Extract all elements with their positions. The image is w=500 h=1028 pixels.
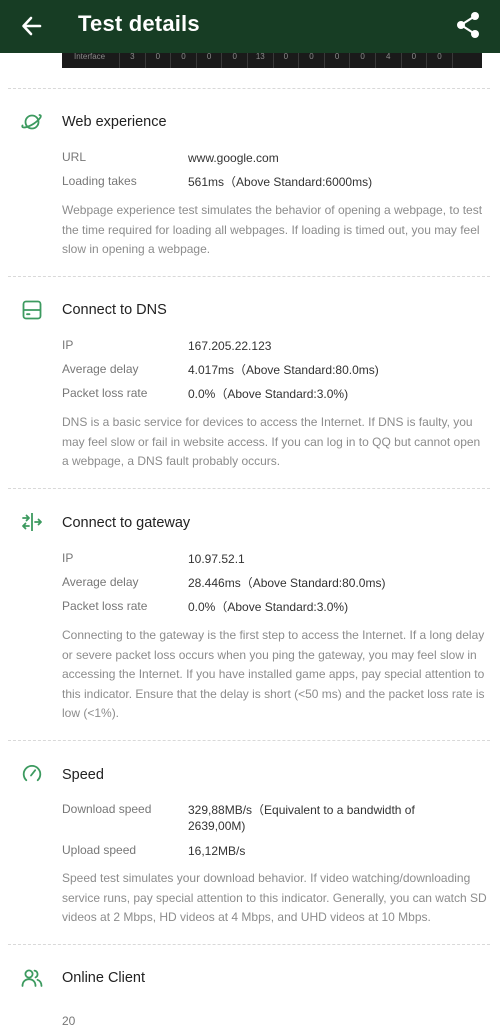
url-label: URL bbox=[62, 150, 87, 164]
page-title: Test details bbox=[78, 11, 200, 36]
gateway-arrows-icon bbox=[22, 513, 42, 531]
share-icon[interactable] bbox=[454, 10, 482, 40]
gateway-description: Connecting to the gateway is the first s… bbox=[62, 628, 485, 720]
download-speed-value: 329,88MB/s（Equivalent to a bandwidth of … bbox=[188, 803, 415, 833]
loading-value: 561ms（Above Standard:6000ms) bbox=[188, 175, 373, 189]
upload-speed-label: Upload speed bbox=[62, 843, 137, 857]
dns-loss-value: 0.0%（Above Standard:3.0%) bbox=[188, 387, 349, 401]
online-client-count: 20 bbox=[62, 1014, 76, 1028]
dns-ip-label: IP bbox=[62, 338, 74, 352]
section-divider bbox=[8, 488, 490, 489]
dns-delay-label: Average delay bbox=[62, 362, 139, 376]
gateway-delay-value: 28.446ms（Above Standard:80.0ms) bbox=[188, 576, 386, 590]
section-title-gateway: Connect to gateway bbox=[62, 515, 191, 531]
app-bar: Test details bbox=[0, 0, 500, 53]
section-divider bbox=[8, 276, 490, 277]
download-speed-label: Download speed bbox=[62, 802, 152, 816]
planet-icon bbox=[21, 114, 42, 130]
users-icon bbox=[21, 969, 43, 987]
dns-loss-label: Packet loss rate bbox=[62, 386, 148, 400]
gateway-loss-value: 0.0%（Above Standard:3.0%) bbox=[188, 600, 349, 614]
server-icon bbox=[22, 300, 42, 320]
section-divider bbox=[8, 88, 490, 89]
gateway-delay-label: Average delay bbox=[62, 575, 139, 589]
gateway-loss-label: Packet loss rate bbox=[62, 599, 148, 613]
gauge-icon bbox=[22, 765, 42, 782]
speed-description: Speed test simulates your download behav… bbox=[62, 871, 487, 924]
dns-delay-value: 4.017ms（Above Standard:80.0ms) bbox=[188, 363, 379, 377]
section-title-online-client: Online Client bbox=[62, 970, 146, 986]
gateway-ip-value: 10.97.52.1 bbox=[188, 552, 245, 566]
section-title-speed: Speed bbox=[62, 767, 104, 783]
section-title-web-experience: Web experience bbox=[62, 114, 167, 130]
web-experience-description: Webpage experience test simulates the be… bbox=[62, 203, 483, 256]
dns-description: DNS is a basic service for devices to ac… bbox=[62, 415, 481, 468]
upload-speed-value: 16,12MB/s bbox=[188, 844, 246, 858]
arrow-left-icon[interactable] bbox=[18, 12, 46, 40]
gateway-ip-label: IP bbox=[62, 551, 74, 565]
section-title-dns: Connect to DNS bbox=[62, 302, 167, 318]
dns-ip-value: 167.205.22.123 bbox=[188, 339, 272, 353]
loading-label: Loading takes bbox=[62, 174, 137, 188]
section-divider bbox=[8, 740, 490, 741]
section-divider bbox=[8, 944, 490, 945]
url-value: www.google.com bbox=[188, 151, 279, 165]
